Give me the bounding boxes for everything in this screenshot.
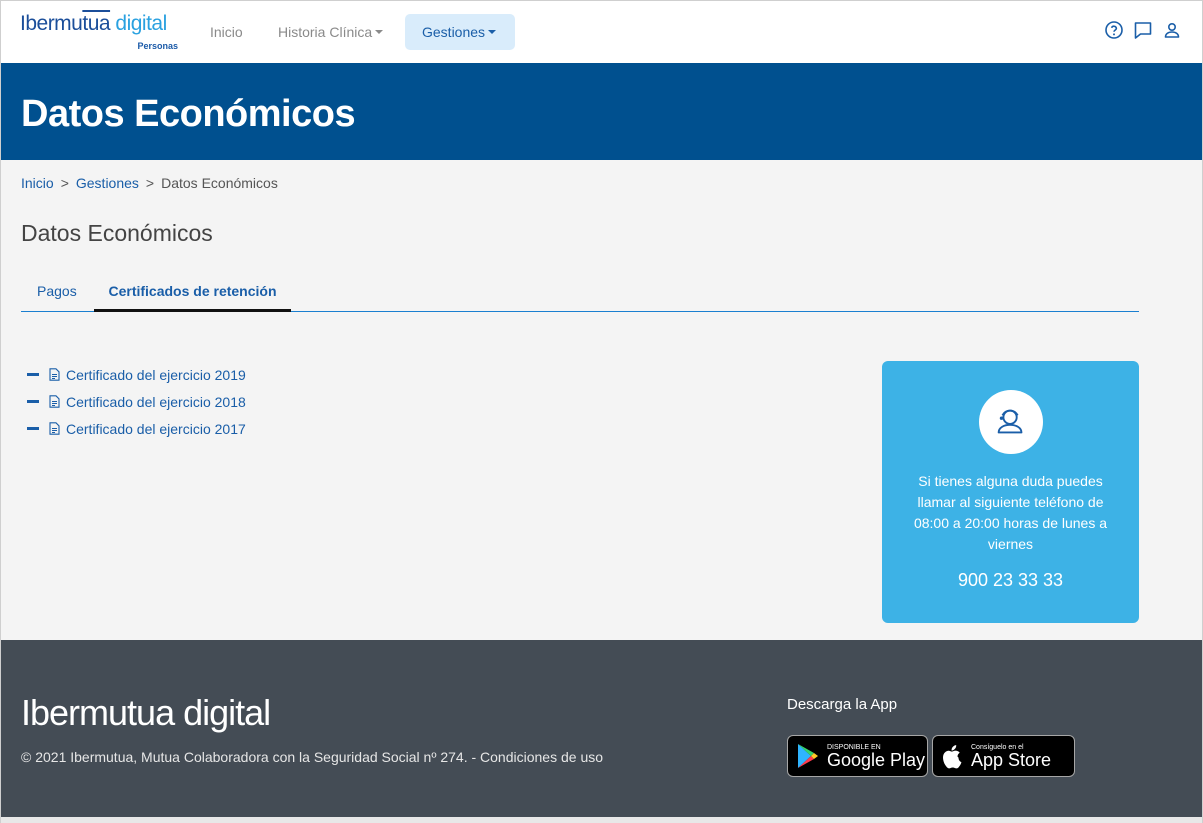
dash-icon — [27, 427, 39, 430]
nav-historia-clinica[interactable]: Historia Clínica — [278, 14, 384, 50]
app-store-button[interactable]: Consíguelo en el App Store — [932, 735, 1075, 777]
nav-inicio[interactable]: Inicio — [210, 14, 243, 50]
nav-gestiones-label: Gestiones — [422, 24, 486, 40]
nav-icons — [1104, 20, 1182, 45]
footer-copyright: © 2021 Ibermutua, Mutua Colaboradora con… — [21, 749, 604, 765]
certificate-link-2018[interactable]: Certificado del ejercicio 2018 — [27, 388, 246, 415]
google-play-icon — [798, 744, 818, 768]
document-icon — [49, 368, 60, 381]
nav-gestiones[interactable]: Gestiones — [405, 14, 515, 50]
tab-pagos[interactable]: Pagos — [37, 274, 77, 312]
document-icon — [49, 395, 60, 408]
logo-wordmark: Ibermutua digital — [20, 12, 167, 35]
certificate-label: Certificado del ejercicio 2019 — [66, 366, 246, 383]
ibermutua-logo[interactable]: Ibermutua digital Personas — [20, 12, 180, 52]
google-play-big: Google Play — [827, 749, 926, 770]
download-app-label: Descarga la App — [787, 696, 898, 713]
help-icon[interactable] — [1104, 20, 1124, 45]
document-icon — [49, 422, 60, 435]
caret-down-icon — [375, 30, 384, 35]
help-phone[interactable]: 900 23 33 33 — [882, 570, 1139, 591]
bottom-strip — [1, 817, 1202, 823]
breadcrumb-separator: > — [60, 175, 69, 191]
certificate-list: Certificado del ejercicio 2019 Certifica… — [27, 361, 246, 442]
chat-icon[interactable] — [1133, 20, 1153, 45]
google-play-button[interactable]: DISPONIBLE EN Google Play — [787, 735, 928, 777]
top-navbar: Ibermutua digital Personas Inicio Histor… — [1, 0, 1202, 63]
breadcrumb-current: Datos Económicos — [161, 175, 278, 191]
logo-subtitle: Personas — [137, 41, 178, 51]
apple-icon — [943, 745, 962, 769]
app-store-text: Consíguelo en el App Store — [971, 744, 1051, 769]
dash-icon — [27, 373, 39, 376]
breadcrumb: Inicio > Gestiones > Datos Económicos — [21, 175, 278, 191]
app-store-big: App Store — [971, 749, 1052, 770]
user-icon[interactable] — [1162, 20, 1182, 45]
breadcrumb-separator: > — [145, 175, 155, 191]
certificate-link-2017[interactable]: Certificado del ejercicio 2017 — [27, 415, 246, 442]
tabs: Pagos Certificados de retención — [21, 274, 1139, 312]
caret-down-icon — [488, 30, 497, 35]
help-text: Si tienes alguna duda puedes llamar al s… — [913, 473, 1108, 552]
google-play-text: DISPONIBLE EN Google Play — [827, 744, 925, 769]
certificate-label: Certificado del ejercicio 2018 — [66, 393, 246, 410]
contact-person-icon — [979, 390, 1043, 454]
breadcrumb-inicio[interactable]: Inicio — [21, 175, 54, 191]
hero-title: Datos Económicos — [21, 93, 356, 135]
breadcrumb-gestiones[interactable]: Gestiones — [76, 175, 139, 191]
hero-banner: Datos Económicos — [1, 63, 1202, 160]
footer: Ibermutua digital © 2021 Ibermutua, Mutu… — [1, 640, 1202, 817]
tab-certificados-retencion[interactable]: Certificados de retención — [94, 274, 291, 312]
nav-historia-label: Historia Clínica — [278, 24, 373, 40]
dash-icon — [27, 400, 39, 403]
help-card: Si tienes alguna duda puedes llamar al s… — [882, 361, 1139, 623]
certificate-link-2019[interactable]: Certificado del ejercicio 2019 — [27, 361, 246, 388]
footer-logo[interactable]: Ibermutua digital — [21, 692, 271, 734]
certificate-label: Certificado del ejercicio 2017 — [66, 420, 246, 437]
page-title: Datos Económicos — [21, 220, 213, 246]
